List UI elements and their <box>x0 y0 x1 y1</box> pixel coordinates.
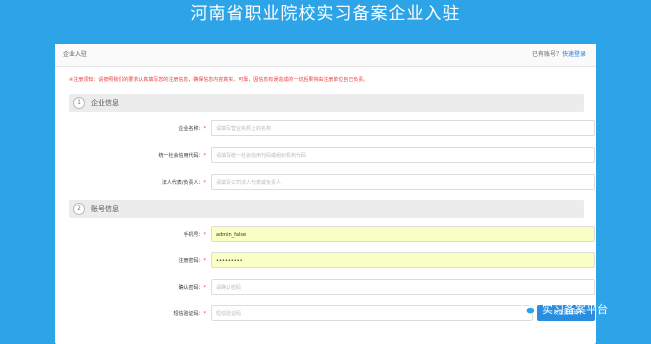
login-prompt: 已有账号？快速登录 <box>532 49 586 58</box>
phone-label: 手机号：* <box>183 232 206 238</box>
password-row: 注册密码：* ••••••••• <box>69 252 595 270</box>
quick-login-link[interactable]: 快速登录 <box>562 51 586 58</box>
card-title: 企业入驻 <box>63 51 88 58</box>
registration-notice: ※注册须知：请按照我们的要求认真填写您的注册信息，确保信息内容真实、可靠，因信息… <box>69 77 369 83</box>
sms-code-row: 短信验证码：* 短信验证码 发送验证码 <box>69 305 595 323</box>
section-number: 1 <box>73 97 85 109</box>
section-account-info: 2 账号信息 <box>69 200 584 218</box>
watermark-text: 实习备案平台 <box>542 303 608 316</box>
phone-input[interactable]: admin_false <box>211 226 595 242</box>
confirm-password-label: 确认密码：* <box>178 285 206 291</box>
registration-card: 企业入驻 已有账号？快速登录 ※注册须知：请按照我们的要求认真填写您的注册信息，… <box>55 44 596 344</box>
card-header: 企业入驻 已有账号？快速登录 <box>55 44 596 67</box>
login-prompt-text: 已有账号？ <box>531 51 562 58</box>
sms-code-input[interactable]: 短信验证码 <box>211 305 533 321</box>
wechat-icon <box>520 303 536 315</box>
section-title: 账号信息 <box>91 205 119 213</box>
company-name-input[interactable]: 请填写营业执照上的名称 <box>211 120 595 136</box>
section-number: 2 <box>73 203 85 215</box>
legal-rep-row: 法人代表/负责人：* 请填写公司法人代表或负责人 <box>69 174 595 192</box>
confirm-password-row: 确认密码：* 请确认密码 <box>69 279 595 297</box>
section-company-info: 1 企业信息 <box>69 94 584 112</box>
page-title: 河南省职业院校实习备案企业入驻 <box>190 4 461 24</box>
legal-rep-input[interactable]: 请填写公司法人代表或负责人 <box>211 174 595 190</box>
password-input[interactable]: ••••••••• <box>211 252 595 268</box>
credit-code-row: 统一社会信用代码：* 请填写统一社会信用代码或组织机构代码 <box>69 147 595 165</box>
company-name-label: 企业名称：* <box>178 126 206 132</box>
section-title: 企业信息 <box>91 99 119 107</box>
company-name-row: 企业名称：* 请填写营业执照上的名称 <box>69 120 595 138</box>
password-label: 注册密码：* <box>178 258 206 264</box>
watermark: 实习备案平台 <box>520 298 608 320</box>
credit-code-input[interactable]: 请填写统一社会信用代码或组织机构代码 <box>211 147 595 163</box>
sms-code-label: 短信验证码：* <box>173 311 206 317</box>
credit-code-label: 统一社会信用代码：* <box>158 153 206 159</box>
phone-row: 手机号：* admin_false <box>69 226 595 244</box>
legal-rep-label: 法人代表/负责人：* <box>161 180 206 186</box>
confirm-password-input[interactable]: 请确认密码 <box>211 279 595 295</box>
